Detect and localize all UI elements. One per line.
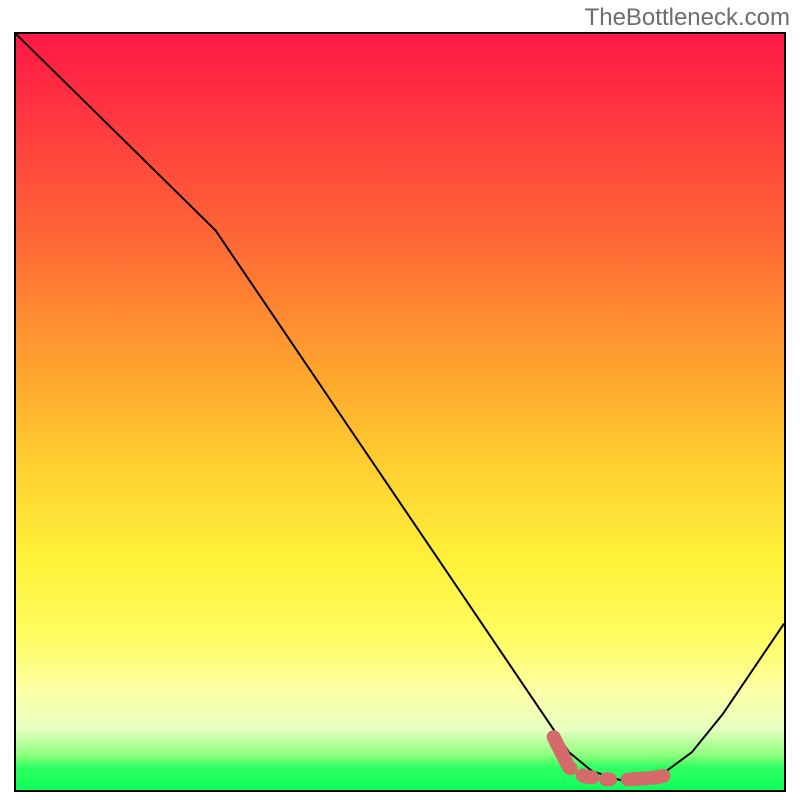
bottleneck-curve (16, 34, 784, 782)
optimum-marker (554, 737, 669, 779)
watermark-text: TheBottleneck.com (585, 4, 790, 32)
chart-area (14, 32, 786, 792)
chart-lines-svg (16, 34, 784, 790)
